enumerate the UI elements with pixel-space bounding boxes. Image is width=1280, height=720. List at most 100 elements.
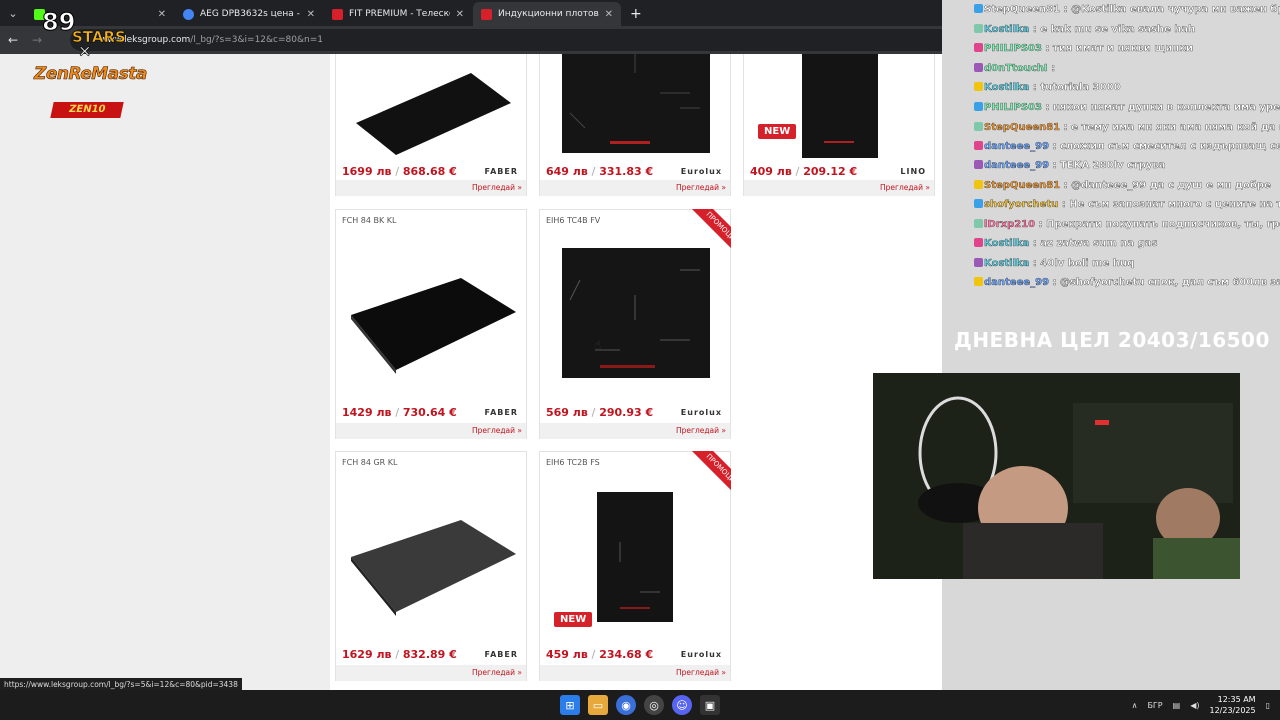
notifications-icon[interactable]: ▯ — [1266, 701, 1270, 710]
chat-username[interactable]: danteee_99 — [984, 277, 1049, 288]
chat-text: : TEKA 280lv струва — [1052, 160, 1166, 171]
chat-username[interactable]: shofyorchetu — [984, 199, 1059, 210]
language-indicator[interactable]: БГР — [1147, 701, 1162, 710]
product-grid: 1699 лв / 868.68 € FABER Прегледай » 649… — [330, 54, 942, 690]
tab-2[interactable]: AEG DPB3632s цена - Google ✕ — [175, 2, 323, 26]
chat-username[interactable]: Kostilka — [984, 258, 1030, 269]
chat-badge-icon — [974, 219, 983, 228]
chat-username[interactable]: StepQueen81 — [984, 180, 1060, 191]
webcam-image — [873, 373, 1240, 579]
terminal-icon[interactable]: ▣ — [700, 695, 720, 715]
close-tab-icon[interactable]: ✕ — [605, 9, 613, 20]
product-card[interactable]: 1699 лв / 868.68 € FABER Прегледай » — [335, 54, 527, 196]
tray-chevron-icon[interactable]: ∧ — [1132, 701, 1138, 710]
product-card[interactable]: FCH 84 GR KL 1629 лв / 832.89 € FABER Пр… — [335, 451, 527, 681]
chat-badge-icon — [974, 141, 983, 150]
product-image — [356, 73, 511, 155]
chat-username[interactable]: danteee_99 — [984, 160, 1049, 171]
chat-message: danteee_99 : @shofyorchetu спок, дал съм… — [974, 277, 1280, 288]
brand-logo: Eurolux — [680, 167, 722, 176]
chat-username[interactable]: Kostilka — [984, 24, 1030, 35]
close-tab-icon[interactable]: ✕ — [456, 9, 464, 20]
chat-text: : tutoriala 3000 — [1032, 82, 1121, 93]
chat-text: : e kak mu se vika sashe hah — [1032, 24, 1196, 35]
product-image — [351, 520, 516, 616]
chat-badge-icon — [974, 63, 983, 72]
view-link[interactable]: Прегледай » — [744, 180, 934, 196]
chat-text: : Не съм запознат много с цените на тези… — [1061, 199, 1280, 210]
tab-4-active[interactable]: Индукционни плотове - Плот ✕ — [473, 2, 621, 26]
product-name: FCH 84 BK KL — [342, 216, 397, 225]
chat-badge-icon — [974, 82, 983, 91]
chat-username[interactable]: StepQueen81 — [984, 4, 1060, 15]
new-tab-button[interactable]: + — [622, 2, 650, 26]
product-card[interactable]: EIH6 TC2B FS ПРОМОЦИЯ NEW 459 лв / 234.6… — [539, 451, 731, 681]
chat-badge-icon — [974, 24, 983, 33]
chat-badge-icon — [974, 122, 983, 131]
close-tab-icon[interactable]: ✕ — [307, 9, 315, 20]
chat-badge-icon — [974, 4, 983, 13]
clock[interactable]: 12:35 AM 12/23/2025 — [1209, 694, 1255, 716]
url-path: /l_bg/?s=3&i=12&c=80&n=1 — [190, 35, 323, 45]
view-link[interactable]: Прегледай » — [540, 665, 730, 681]
close-tab-icon[interactable]: ✕ — [158, 9, 166, 20]
chat-message: Kostilka : e kak mu se vika sashe hah — [974, 24, 1195, 35]
chat-message: lDrxp210 : Прекрати покупать подписчиков… — [974, 219, 1280, 230]
tab-3[interactable]: FIT PREMIUM - Телескопични ✕ — [324, 2, 472, 26]
start-windows-icon[interactable]: ⊞ — [560, 695, 580, 715]
chat-username[interactable]: Kostilka — [984, 82, 1030, 93]
product-card[interactable]: 649 лв / 331.83 € Eurolux Прегледай » — [539, 54, 731, 196]
chat-username[interactable]: danteee_99 — [984, 141, 1049, 152]
product-image — [562, 54, 710, 153]
product-image — [562, 248, 710, 378]
logo-badge: ZEN10 — [50, 102, 124, 118]
chat-message: danteee_99 : сложил съм смесител с издър… — [974, 141, 1280, 152]
google-favicon-icon — [183, 8, 194, 20]
chat-text: : някои нямат дупки в коплекта има уред … — [1045, 102, 1280, 113]
chat-message: PHILIPS03 : тия имат и някви щипки — [974, 43, 1193, 54]
chat-text: : сложил съм смесител с издърпващ се душ — [1052, 141, 1280, 152]
chat-badge-icon — [974, 43, 983, 52]
view-link[interactable]: Прегледай » — [336, 665, 526, 681]
chat-username[interactable]: StepQueen81 — [984, 122, 1060, 133]
product-price: 459 лв / 234.68 € — [546, 648, 654, 661]
product-card[interactable]: NEW 409 лв / 209.12 € LINO Прегледай » — [743, 54, 935, 196]
product-price: 649 лв / 331.83 € — [546, 165, 654, 178]
new-badge: NEW — [758, 124, 797, 139]
product-name: EIH6 TC4B FV — [546, 216, 601, 225]
tab-title: FIT PREMIUM - Телескопични — [349, 9, 450, 19]
file-explorer-icon[interactable]: ▭ — [588, 695, 608, 715]
product-price: 1429 лв / 730.64 € — [342, 406, 457, 419]
product-image — [802, 54, 878, 158]
brand-logo: FABER — [484, 408, 518, 417]
chat-username[interactable]: lDrxp210 — [984, 219, 1035, 230]
product-name: FCH 84 GR KL — [342, 458, 398, 467]
tab-title: AEG DPB3632s цена - Google — [200, 9, 301, 19]
chat-message: Kostilka : tutoriala 3000 — [974, 82, 1121, 93]
chrome-icon[interactable]: ◉ — [616, 695, 636, 715]
chat-username[interactable]: d0nTtouchI — [984, 63, 1048, 74]
volume-icon[interactable]: ◀) — [1190, 701, 1199, 710]
chat-message: d0nTtouchI : — [974, 63, 1055, 74]
chat-message: StepQueen81 : е тему има мн яки ама няма… — [974, 122, 1280, 133]
brand-logo: Eurolux — [680, 650, 722, 659]
view-link[interactable]: Прегледай » — [336, 180, 526, 196]
obs-icon[interactable]: ◎ — [644, 695, 664, 715]
discord-icon[interactable]: ☺ — [672, 695, 692, 715]
chat-badge-icon — [974, 277, 983, 286]
tab-search-chevron-icon[interactable]: ⌄ — [0, 0, 26, 26]
chat-username[interactable]: PHILIPS03 — [984, 102, 1042, 113]
network-icon[interactable]: ▤ — [1173, 701, 1181, 710]
chat-username[interactable]: Kostilka — [984, 238, 1030, 249]
view-link[interactable]: Прегледай » — [336, 423, 526, 439]
view-link[interactable]: Прегледай » — [540, 423, 730, 439]
back-arrow-icon[interactable]: ← — [2, 29, 24, 51]
product-price: 1699 лв / 868.68 € — [342, 165, 457, 178]
chat-username[interactable]: PHILIPS03 — [984, 43, 1042, 54]
clock-time: 12:35 AM — [1217, 695, 1256, 704]
product-card[interactable]: EIH6 TC4B FV ПРОМОЦИЯ 569 лв / 290.93 € … — [539, 209, 731, 439]
product-image — [351, 278, 516, 374]
product-card[interactable]: FCH 84 BK KL 1429 лв / 730.64 € FABER Пр… — [335, 209, 527, 439]
view-link[interactable]: Прегледай » — [540, 180, 730, 196]
chat-text: : тия имат и някви щипки — [1045, 43, 1194, 54]
